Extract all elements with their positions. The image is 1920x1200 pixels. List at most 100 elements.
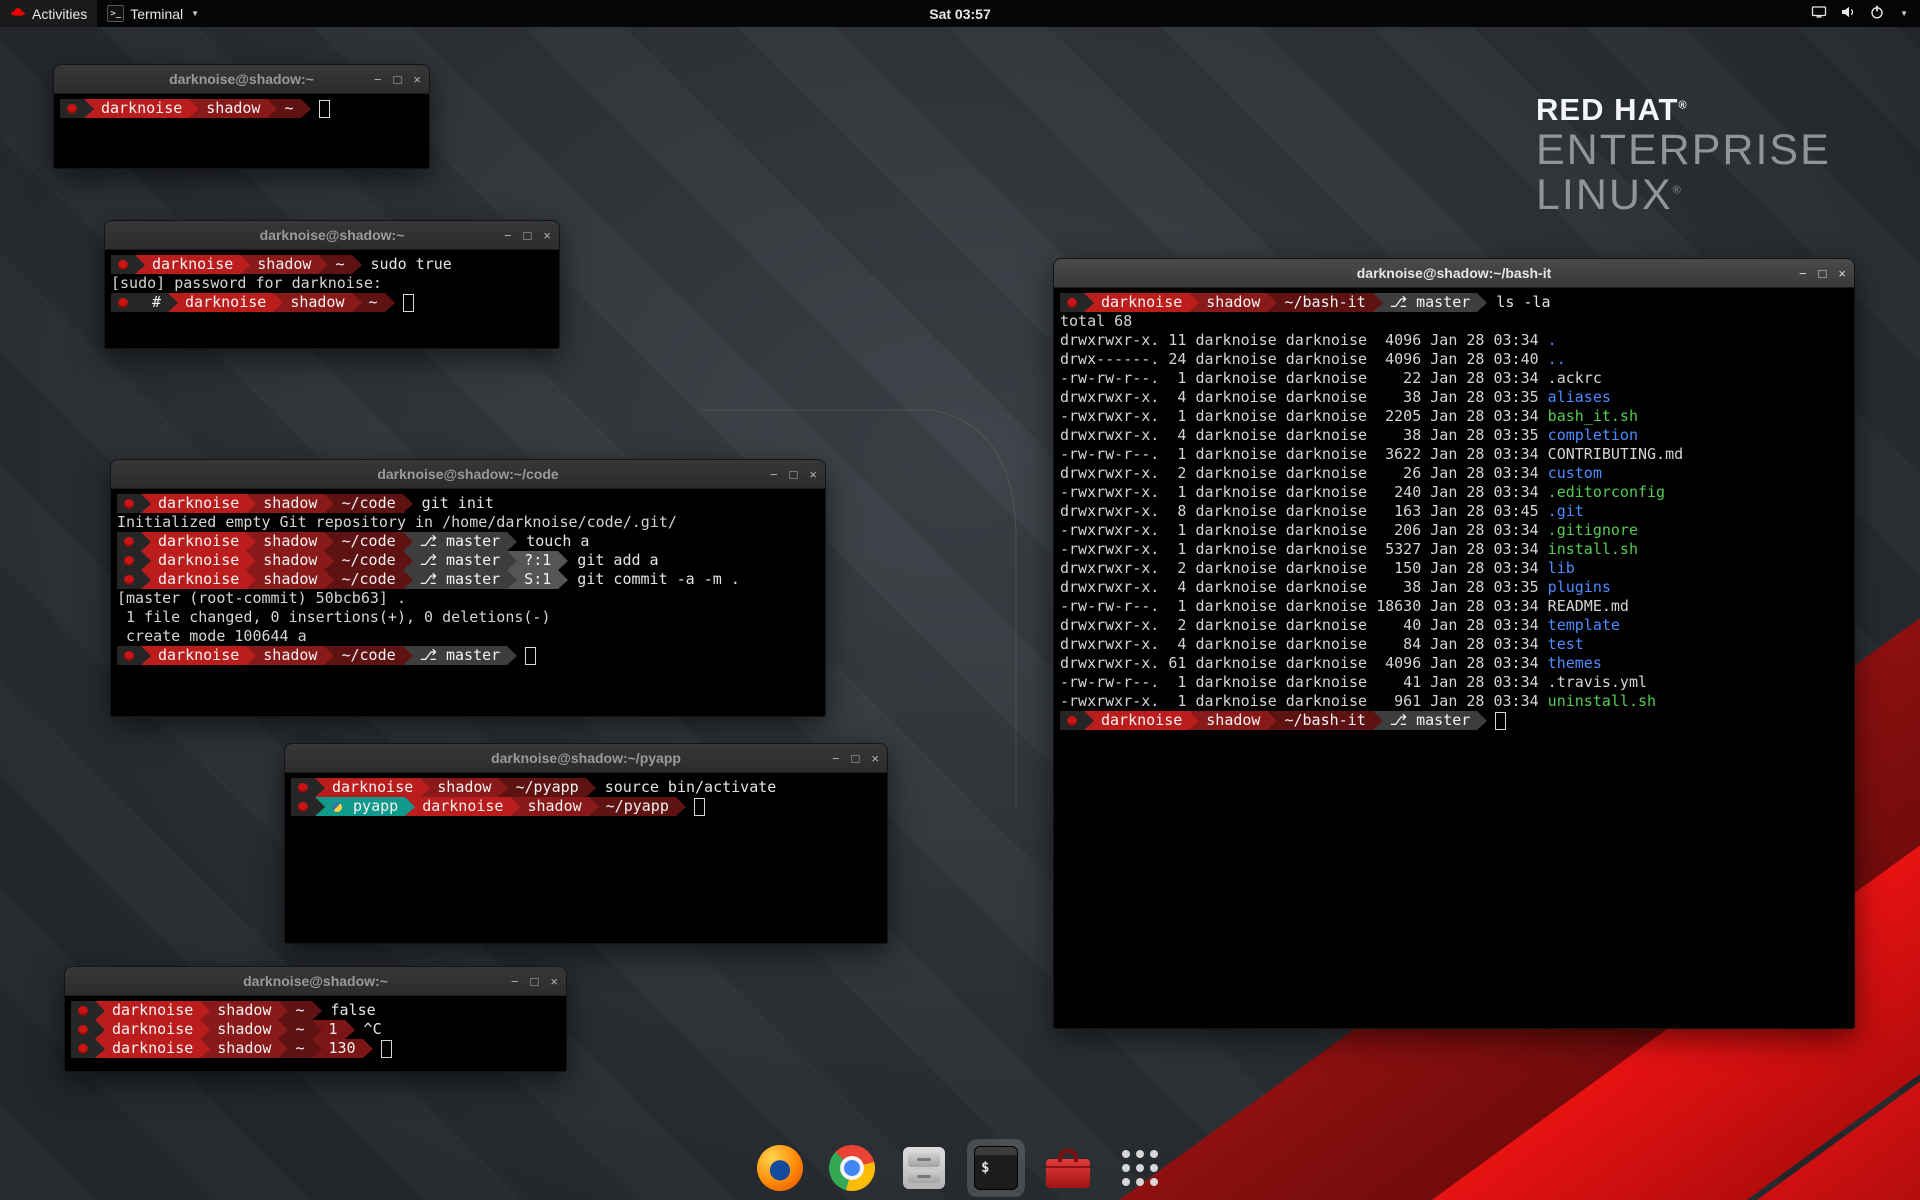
redhat-dot-icon bbox=[124, 575, 134, 585]
redhat-prompt-icon bbox=[291, 778, 315, 797]
dock-chrome-icon[interactable] bbox=[823, 1139, 881, 1197]
redhat-prompt-icon bbox=[1060, 293, 1084, 312]
prompt-host-segment: shadow bbox=[250, 255, 318, 274]
output-text: .ackrc bbox=[1548, 369, 1602, 388]
output-text: .git bbox=[1548, 502, 1584, 521]
maximize-button[interactable]: □ bbox=[531, 975, 539, 988]
powerline-separator bbox=[312, 1039, 322, 1058]
output-text: -rwxrwxr-x. 1 darknoise darknoise 240 Ja… bbox=[1060, 483, 1548, 502]
output-text: Initialized empty Git repository in /hom… bbox=[117, 513, 677, 532]
terminal-cursor bbox=[403, 294, 414, 312]
dock-terminal-icon[interactable] bbox=[967, 1139, 1025, 1197]
close-button[interactable]: × bbox=[413, 73, 421, 86]
prompt-user-segment: darknoise bbox=[105, 1001, 200, 1020]
window-titlebar[interactable]: darknoise@shadow:~ − □ × bbox=[54, 65, 429, 94]
prompt-path-segment: ~ bbox=[288, 1020, 311, 1039]
activities-button[interactable]: Activities bbox=[0, 0, 97, 27]
terminal-content[interactable]: darknoiseshadow~/code git initInitialize… bbox=[111, 489, 825, 716]
minimize-button[interactable]: − bbox=[504, 229, 512, 242]
powerline-separator bbox=[141, 646, 151, 665]
terminal-content[interactable]: darknoiseshadow~/bash-it⎇ master ls -lat… bbox=[1054, 288, 1854, 1028]
prompt-host-segment: shadow bbox=[256, 570, 324, 589]
dock-toolbox-icon[interactable] bbox=[1039, 1139, 1097, 1197]
prompt-user-segment: darknoise bbox=[178, 293, 273, 312]
powerline-separator bbox=[246, 551, 256, 570]
prompt-path-segment: ~ bbox=[277, 99, 300, 118]
powerline-separator bbox=[189, 99, 199, 118]
close-button[interactable]: × bbox=[1838, 267, 1846, 280]
maximize-button[interactable]: □ bbox=[852, 752, 860, 765]
terminal-window-home-1[interactable]: darknoise@shadow:~ − □ × darknoiseshadow… bbox=[53, 64, 430, 169]
redhat-dot-icon bbox=[67, 104, 77, 114]
focused-app-menu[interactable]: >_ Terminal ▼ bbox=[97, 0, 209, 27]
window-titlebar[interactable]: darknoise@shadow:~/bash-it − □ × bbox=[1054, 259, 1854, 288]
maximize-button[interactable]: □ bbox=[1819, 267, 1827, 280]
maximize-button[interactable]: □ bbox=[524, 229, 532, 242]
close-button[interactable]: × bbox=[550, 975, 558, 988]
dock bbox=[751, 1139, 1169, 1197]
system-status-menu[interactable]: ▼ bbox=[1799, 0, 1920, 27]
minimize-button[interactable]: − bbox=[832, 752, 840, 765]
terminal-line: [master (root-commit) 50bcb63] . bbox=[117, 589, 819, 608]
powerline-separator bbox=[676, 797, 686, 816]
close-button[interactable]: × bbox=[809, 468, 817, 481]
prompt-path-segment: ~/code bbox=[334, 494, 402, 513]
terminal-line: drwxrwxr-x. 11 darknoise darknoise 4096 … bbox=[1060, 331, 1848, 350]
terminal-window-home-2[interactable]: darknoise@shadow:~ − □ × darknoiseshadow… bbox=[64, 966, 567, 1072]
clock[interactable]: Sat 03:57 bbox=[919, 0, 1000, 27]
window-titlebar[interactable]: darknoise@shadow:~/pyapp − □ × bbox=[285, 744, 887, 773]
terminal-line: drwxrwxr-x. 4 darknoise darknoise 84 Jan… bbox=[1060, 635, 1848, 654]
terminal-window-pyapp[interactable]: darknoise@shadow:~/pyapp − □ × darknoise… bbox=[284, 743, 888, 944]
terminal-window-code[interactable]: darknoise@shadow:~/code − □ × darknoise s… bbox=[110, 459, 826, 717]
terminal-window-sudo[interactable]: darknoise@shadow:~ − □ × darknoise shadow… bbox=[104, 220, 560, 349]
powerline-separator bbox=[589, 797, 599, 816]
power-icon bbox=[1869, 4, 1885, 23]
minimize-button[interactable]: − bbox=[770, 468, 778, 481]
output-text: themes bbox=[1548, 654, 1602, 673]
dock-app-grid-icon[interactable] bbox=[1111, 1139, 1169, 1197]
prompt-user-segment: darknoise bbox=[1094, 293, 1189, 312]
prompt-git-status-segment: ?:1 bbox=[517, 551, 558, 570]
terminal-cursor bbox=[381, 1040, 392, 1058]
window-titlebar[interactable]: darknoise@shadow:~/code − □ × bbox=[111, 460, 825, 489]
powerline-separator bbox=[324, 646, 334, 665]
window-titlebar[interactable]: darknoise@shadow:~ − □ × bbox=[105, 221, 559, 250]
terminal-content[interactable]: darknoiseshadow~ falsedarknoiseshadow~1 … bbox=[65, 996, 566, 1071]
powerline-separator bbox=[510, 797, 520, 816]
output-text: -rw-rw-r--. 1 darknoise darknoise 3622 J… bbox=[1060, 445, 1548, 464]
powerline-separator bbox=[246, 570, 256, 589]
prompt-host-segment: shadow bbox=[256, 551, 324, 570]
window-titlebar[interactable]: darknoise@shadow:~ − □ × bbox=[65, 967, 566, 996]
powerline-separator bbox=[1189, 711, 1199, 730]
powerline-separator bbox=[278, 1001, 288, 1020]
output-text: -rwxrwxr-x. 1 darknoise darknoise 961 Ja… bbox=[1060, 692, 1548, 711]
terminal-line: -rwxrwxr-x. 1 darknoise darknoise 240 Ja… bbox=[1060, 483, 1848, 502]
prompt-path-segment: ~ bbox=[328, 255, 351, 274]
redhat-dot-icon bbox=[78, 1025, 88, 1035]
redhat-prompt-icon bbox=[117, 532, 141, 551]
close-button[interactable]: × bbox=[543, 229, 551, 242]
terminal-content[interactable]: darknoiseshadow~/pyapp source bin/activa… bbox=[285, 773, 887, 943]
output-text: .travis.yml bbox=[1548, 673, 1647, 692]
powerline-separator bbox=[278, 1039, 288, 1058]
close-button[interactable]: × bbox=[871, 752, 879, 765]
terminal-content[interactable]: darknoiseshadow~ sudo true[sudo] passwor… bbox=[105, 250, 559, 348]
terminal-content[interactable]: darknoiseshadow~ bbox=[54, 94, 429, 168]
prompt-user-segment: darknoise bbox=[151, 494, 246, 513]
minimize-button[interactable]: − bbox=[1799, 267, 1807, 280]
command-text: ^C bbox=[355, 1020, 382, 1039]
chevron-down-icon: ▼ bbox=[1900, 9, 1908, 18]
maximize-button[interactable]: □ bbox=[394, 73, 402, 86]
output-text: test bbox=[1548, 635, 1584, 654]
output-text: -rwxrwxr-x. 1 darknoise darknoise 206 Ja… bbox=[1060, 521, 1548, 540]
maximize-button[interactable]: □ bbox=[790, 468, 798, 481]
output-text: drwxrwxr-x. 4 darknoise darknoise 38 Jan… bbox=[1060, 388, 1548, 407]
dock-files-icon[interactable] bbox=[895, 1139, 953, 1197]
window-title: darknoise@shadow:~/code bbox=[377, 466, 558, 482]
command-text: ls -la bbox=[1487, 293, 1550, 312]
dock-firefox-icon[interactable] bbox=[751, 1139, 809, 1197]
minimize-button[interactable]: − bbox=[511, 975, 519, 988]
output-text: drwxrwxr-x. 8 darknoise darknoise 163 Ja… bbox=[1060, 502, 1548, 521]
terminal-window-bash-it[interactable]: darknoise@shadow:~/bash-it − □ × darknoi… bbox=[1053, 258, 1855, 1029]
minimize-button[interactable]: − bbox=[374, 73, 382, 86]
